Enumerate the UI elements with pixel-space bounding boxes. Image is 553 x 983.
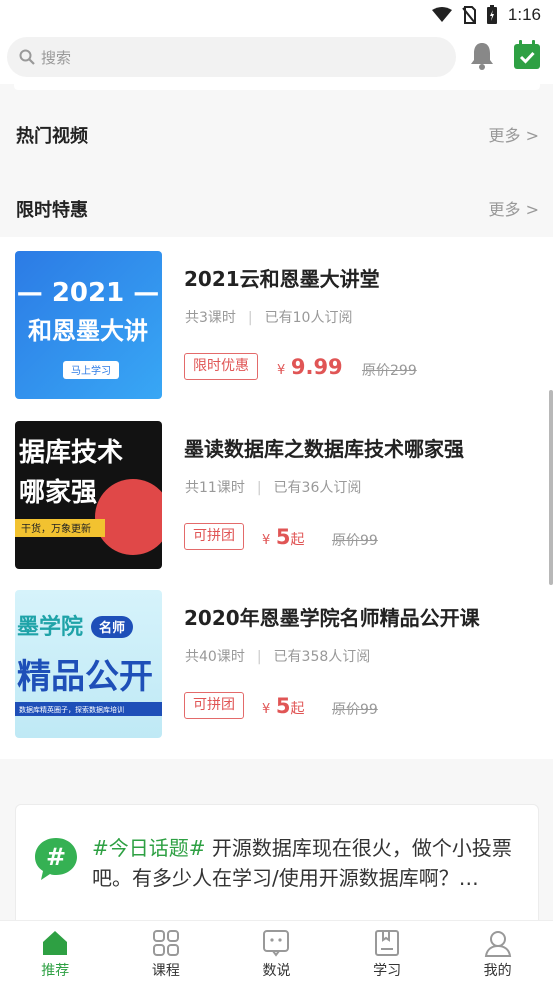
original-price: 原价299 <box>362 363 417 379</box>
thumb-text-line3: 数据库精英圈子，探索数据库培训 <box>19 705 124 714</box>
promo-tag: 限时优惠 <box>184 353 258 380</box>
thumb-text-line1: 据库技术 <box>19 438 123 468</box>
bell-icon[interactable] <box>468 40 496 72</box>
course-thumbnail: 据库技术 哪家强 干货，万象更新 <box>15 421 162 569</box>
wifi-icon <box>431 7 452 22</box>
course-meta: 共11课时 | 已有36人订阅 <box>185 480 362 496</box>
grid-icon <box>152 930 179 956</box>
home-icon <box>43 931 68 955</box>
thumb-text-line2: 哪家强 <box>19 477 97 508</box>
lesson-count: 共11课时 <box>185 480 245 496</box>
tab-label: 数说 <box>262 963 291 979</box>
status-time: 1:16 <box>507 5 541 24</box>
chat-icon <box>263 930 290 957</box>
promo-tag: 可拼团 <box>184 692 244 719</box>
tab-courses[interactable]: 课程 <box>111 921 222 983</box>
banner-edge <box>14 84 540 90</box>
svg-text:#: # <box>46 843 66 871</box>
user-icon <box>484 931 511 957</box>
more-link[interactable]: 更多 > <box>489 196 540 220</box>
course-list: — 2021 — 和恩墨大讲 马上学习 2021云和恩墨大讲堂 共3课时 | 已有1… <box>0 237 553 759</box>
section-title: 限时特惠 <box>16 200 88 221</box>
subscriber-count: 已有10人订阅 <box>264 310 353 326</box>
original-price: 原价99 <box>332 533 378 549</box>
lesson-count: 共40课时 <box>185 649 245 665</box>
tab-study[interactable]: 学习 <box>332 921 443 983</box>
course-thumbnail: 墨学院 名师 精品公开 数据库精英圈子，探索数据库培训 <box>15 590 162 738</box>
topic-card[interactable]: # #今日话题# 开源数据库现在很火，做个小投票吧。有多少人在学习/使用开源数据… <box>15 804 539 934</box>
topic-text: #今日话题# 开源数据库现在很火，做个小投票吧。有多少人在学习/使用开源数据库啊… <box>92 833 522 893</box>
thumb-text-cta: 马上学习 <box>71 364 111 377</box>
thumb-text-line2: 精品公开 <box>17 657 153 697</box>
section-hot-videos: 热门视频 更多 > <box>0 110 553 160</box>
tab-recommend[interactable]: 推荐 <box>0 921 111 983</box>
more-link[interactable]: 更多 > <box>489 122 540 146</box>
price: ¥ 9.99 <box>277 355 343 379</box>
original-price: 原价99 <box>332 702 378 718</box>
section-limited-offer: 限时特惠 更多 > <box>0 184 553 234</box>
status-icons: 1:16 <box>431 5 541 25</box>
bottom-tab-bar: 推荐 课程 数说 学习 我的 <box>0 920 553 983</box>
course-title: 2020年恩墨学院名师精品公开课 <box>184 606 480 630</box>
subscriber-count: 已有358人订阅 <box>273 649 371 665</box>
tab-mine[interactable]: 我的 <box>442 921 553 983</box>
thumb-text-year: — 2021 — <box>17 278 159 308</box>
status-bar: 1:16 <box>0 0 553 32</box>
thumb-text-line3: 干货，万象更新 <box>21 522 91 535</box>
topic-tag[interactable]: #今日话题# <box>92 836 206 860</box>
course-item[interactable]: 据库技术 哪家强 干货，万象更新 墨读数据库之数据库技术哪家强 共11课时 | 已有… <box>0 407 553 569</box>
course-thumbnail: — 2021 — 和恩墨大讲 马上学习 <box>15 251 162 399</box>
tab-label: 学习 <box>373 963 402 979</box>
course-title: 2021云和恩墨大讲堂 <box>184 267 380 291</box>
search-input[interactable]: 搜索 <box>7 37 456 77</box>
course-item[interactable]: — 2021 — 和恩墨大讲 马上学习 2021云和恩墨大讲堂 共3课时 | 已有1… <box>0 237 553 399</box>
hashtag-bubble-icon: # <box>35 838 77 880</box>
tab-shushuo[interactable]: 数说 <box>221 921 332 983</box>
thumb-text-title: 和恩墨大讲 <box>28 317 148 345</box>
lesson-count: 共3课时 <box>185 310 236 326</box>
section-title: 热门视频 <box>16 126 88 147</box>
no-sim-icon <box>462 6 476 24</box>
price: ¥ 5起 <box>262 525 305 549</box>
thumb-text-line1: 墨学院 <box>17 614 83 640</box>
course-meta: 共40课时 | 已有358人订阅 <box>185 649 371 665</box>
course-meta: 共3课时 | 已有10人订阅 <box>185 310 353 326</box>
calendar-check-icon[interactable] <box>513 40 541 70</box>
book-icon <box>375 930 400 956</box>
tab-label: 课程 <box>151 963 180 979</box>
battery-icon <box>486 5 497 24</box>
price: ¥ 5起 <box>262 694 305 718</box>
search-row: 搜索 <box>0 32 553 84</box>
tab-label: 我的 <box>483 963 512 979</box>
course-title: 墨读数据库之数据库技术哪家强 <box>184 437 464 461</box>
subscriber-count: 已有36人订阅 <box>273 480 362 496</box>
tab-label: 推荐 <box>41 963 70 979</box>
promo-tag: 可拼团 <box>184 523 244 550</box>
course-item[interactable]: 墨学院 名师 精品公开 数据库精英圈子，探索数据库培训 2020年恩墨学院名师精… <box>0 576 553 738</box>
search-icon <box>19 49 35 65</box>
search-placeholder: 搜索 <box>41 48 72 67</box>
thumb-text-badge: 名师 <box>99 620 125 636</box>
scrollbar[interactable] <box>549 390 553 585</box>
